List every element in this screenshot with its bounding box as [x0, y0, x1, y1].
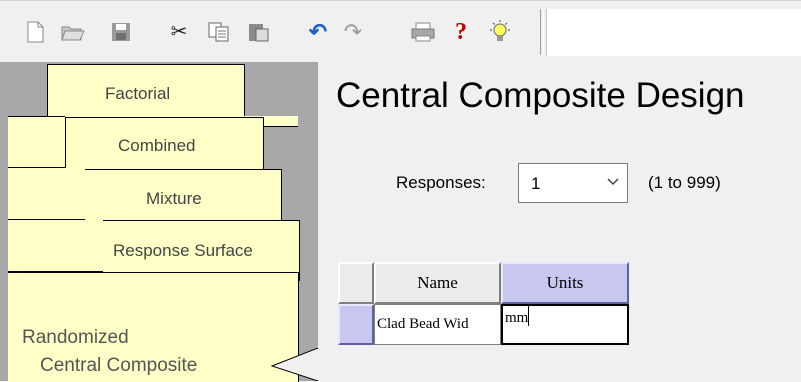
main-content: Central Composite Design Responses: 1 (1…	[318, 62, 801, 381]
tab-label-factorial: Factorial	[105, 84, 171, 103]
active-tab-label-line2: Central Composite	[40, 355, 198, 376]
active-tab-label: Randomized Central Composite	[22, 324, 197, 380]
toolbar-separator	[540, 9, 544, 55]
paste-icon[interactable]	[246, 19, 272, 45]
cell-response-units-value: mm	[505, 310, 529, 326]
toolbar-blank-field	[546, 9, 801, 56]
grid-corner-header[interactable]	[338, 262, 374, 304]
redo-icon[interactable]: ↷	[340, 19, 366, 45]
tab-label-mixture: Mixture	[146, 189, 202, 208]
cell-response-name[interactable]: Clad Bead Wid	[374, 304, 501, 345]
responses-select[interactable]: 1	[518, 163, 628, 203]
cell-response-units-editor[interactable]: mm	[501, 304, 629, 345]
toolbar: ✂ ↶ ↷ ?	[0, 0, 801, 64]
tab-pointer-arrow	[270, 348, 318, 381]
active-tab-label-line1: Randomized	[22, 327, 129, 348]
print-icon[interactable]	[410, 19, 436, 45]
new-document-icon[interactable]	[22, 19, 48, 45]
help-icon[interactable]: ?	[448, 19, 474, 45]
tab-label-response-surface: Response Surface	[113, 241, 253, 260]
undo-icon[interactable]: ↶	[305, 19, 331, 45]
copy-icon[interactable]	[206, 19, 232, 45]
column-header-name[interactable]: Name	[374, 262, 501, 304]
tab-label-combined: Combined	[118, 136, 196, 155]
chevron-down-icon[interactable]	[607, 174, 619, 190]
open-folder-icon[interactable]	[60, 19, 86, 45]
column-header-units[interactable]: Units	[501, 262, 629, 304]
save-icon[interactable]	[108, 19, 134, 45]
responses-label: Responses:	[396, 173, 486, 192]
responses-select-value: 1	[531, 174, 541, 193]
tip-lightbulb-icon[interactable]	[487, 19, 513, 45]
row-header[interactable]	[338, 304, 374, 345]
cut-icon[interactable]: ✂	[166, 19, 192, 45]
page-title: Central Composite Design	[336, 76, 745, 115]
responses-range: (1 to 999)	[648, 173, 721, 192]
